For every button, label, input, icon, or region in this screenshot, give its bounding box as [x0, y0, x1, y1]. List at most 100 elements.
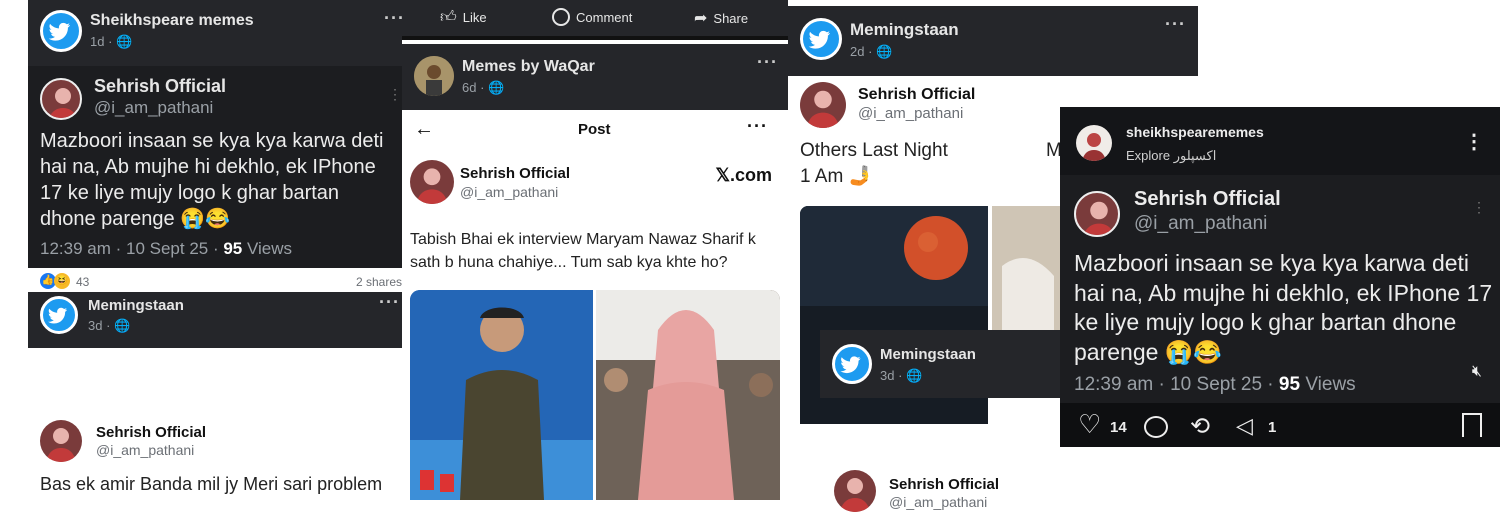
tweet-handle[interactable]: @i_am_pathani	[1134, 213, 1267, 235]
post-meta: 6d · 🌐	[462, 80, 504, 96]
tweet-handle[interactable]: @i_am_pathani	[858, 105, 963, 122]
tweet-time: 12:39 am · 10 Sept 25 ·	[40, 239, 224, 258]
more-options-icon[interactable]: ⋮	[1472, 199, 1486, 216]
account-avatar[interactable]	[1076, 125, 1112, 161]
tweet-avatar[interactable]	[834, 470, 876, 512]
tweet-avatar[interactable]	[1074, 191, 1120, 237]
post-meta: 2d · 🌐	[850, 44, 892, 60]
shares-count[interactable]: 2 shares	[356, 275, 402, 289]
globe-icon: · 🌐	[106, 318, 131, 333]
tweet-author-name[interactable]: Sehrish Official	[1134, 188, 1281, 211]
tweet-image-right[interactable]	[596, 290, 780, 500]
page-name[interactable]: Memingstaan	[88, 297, 184, 314]
page-avatar[interactable]	[414, 56, 454, 96]
tweet-image-left[interactable]	[410, 290, 593, 500]
explore-label[interactable]: Explore اکسپلور	[1126, 148, 1216, 164]
tweet-text: Bas ek amir Banda mil jy Meri sari probl…	[40, 474, 383, 494]
page-name[interactable]: Sheikhspeare memes	[90, 12, 254, 30]
more-options-icon[interactable]: ···	[384, 8, 404, 29]
send-icon[interactable]: ◁	[1236, 413, 1253, 439]
tweet-card-2: Sehrish Official @i_am_pathani Bas ek am…	[28, 408, 402, 500]
more-options-icon[interactable]: ···	[379, 292, 400, 313]
tweet-handle[interactable]: @i_am_pathani	[94, 98, 213, 118]
tweet-handle[interactable]: @i_am_pathani	[96, 442, 194, 458]
haha-reaction-icon[interactable]: 😆	[54, 273, 70, 289]
post-age: 6d	[462, 80, 477, 95]
post-header: Memes by WaQar 6d · 🌐 ···	[402, 44, 788, 110]
share-label: Share	[713, 10, 749, 26]
views-count: 95	[1278, 374, 1301, 395]
post-title: Post	[578, 121, 611, 138]
bird-icon	[48, 22, 70, 41]
tweet-image-second[interactable]	[992, 206, 1064, 336]
globe-icon: · 🌐	[898, 368, 923, 383]
thumbs-up-icon: 👍︎	[440, 9, 457, 26]
mute-icon[interactable]: 🔇︎	[1472, 363, 1482, 381]
page-name[interactable]: Memingstaan	[850, 20, 959, 40]
tweet-text: Tabish Bhai ek interview Maryam Nawaz Sh…	[410, 231, 756, 271]
tweet-author-name[interactable]: Sehrish Official	[460, 165, 570, 182]
more-options-icon[interactable]: ⋮	[388, 86, 402, 103]
comment-icon[interactable]	[1144, 416, 1168, 438]
tweet-avatar[interactable]	[40, 78, 82, 120]
ig-header: sheikhspearememes Explore اکسپلور ⋮	[1060, 107, 1500, 175]
tweet-avatar[interactable]	[410, 160, 454, 204]
post-meta: 3d · 🌐	[88, 318, 130, 334]
tweet-text-line2: 1 Am 🤳	[800, 166, 873, 187]
page-avatar[interactable]	[832, 344, 872, 384]
likes-count[interactable]: 14	[1110, 419, 1127, 436]
tweet-author-name[interactable]: Sehrish Official	[94, 76, 226, 97]
reactions-bar: 👍 😆 43 2 shares	[28, 268, 402, 294]
bird-icon	[48, 307, 67, 324]
views-label: Views	[242, 239, 293, 258]
like-button[interactable]: 👍︎ Like	[440, 8, 487, 27]
post-meta: 3d · 🌐	[880, 368, 922, 384]
more-options-icon[interactable]: ···	[747, 116, 768, 137]
heart-icon[interactable]: ♡	[1078, 409, 1101, 440]
more-options-icon[interactable]: ···	[1165, 14, 1186, 35]
post-meta: 1d · 🌐	[90, 34, 132, 50]
inner-post-header: Memingstaan 3d · 🌐	[820, 330, 1064, 398]
tweet-timestamp: 12:39 am · 10 Sept 25 · 95 Views	[1074, 374, 1474, 396]
post-header: Memingstaan 2d · 🌐 ···	[788, 6, 1198, 76]
tweet-timestamp: 12:39 am · 10 Sept 25 · 95 Views	[40, 239, 400, 259]
globe-icon: · 🌐	[868, 44, 893, 59]
back-arrow-icon[interactable]: ←	[414, 118, 434, 141]
page-name[interactable]: Memingstaan	[880, 346, 976, 363]
tweet-text: Mazboori insaan se kya kya karwa deti ha…	[40, 130, 384, 230]
views-count: 95	[223, 239, 243, 258]
post-age: 3d	[880, 368, 895, 383]
tweet-author-name[interactable]: Sehrish Official	[889, 476, 999, 493]
account-name[interactable]: sheikhspearememes	[1126, 124, 1264, 140]
comment-label: Comment	[576, 9, 633, 25]
page-avatar[interactable]	[40, 10, 82, 52]
tweet-avatar[interactable]	[800, 82, 846, 128]
comment-button[interactable]: Comment	[552, 8, 632, 26]
tweet-avatar[interactable]	[40, 420, 82, 462]
tweet-author-name[interactable]: Sehrish Official	[96, 424, 206, 441]
share-button[interactable]: ➦ Share	[694, 8, 748, 28]
like-label: Like	[462, 10, 487, 25]
bookmark-icon[interactable]	[1462, 413, 1482, 437]
page-avatar[interactable]	[800, 18, 842, 60]
bird-icon	[840, 356, 861, 374]
page-avatar[interactable]	[40, 296, 78, 334]
action-bar: 👍︎ Like Comment ➦ Share	[402, 0, 788, 40]
more-options-icon[interactable]: ⋮	[1464, 129, 1484, 154]
tweet-card-1: Sehrish Official @i_am_pathani ⋮ Mazboor…	[28, 66, 402, 294]
page-name[interactable]: Memes by WaQar	[462, 58, 595, 76]
tweet-time: 12:39 am · 10 Sept 25 ·	[1074, 374, 1279, 395]
panel-sheikhspeare-post: Sheikhspeare memes 1d · 🌐 ···	[28, 0, 404, 66]
memingstaan-post-header: Memingstaan 3d · 🌐 ···	[28, 292, 402, 348]
tweet-author-name[interactable]: Sehrish Official	[858, 86, 975, 104]
repost-icon[interactable]: ⟲	[1190, 412, 1210, 441]
more-options-icon[interactable]: ···	[757, 52, 778, 73]
reactions-count[interactable]: 43	[76, 275, 89, 289]
ig-actions: ♡ 14 ⟲ ◁ 1	[1060, 403, 1500, 447]
views-label: Views	[1300, 374, 1356, 395]
tweet-handle[interactable]: @i_am_pathani	[460, 184, 558, 200]
sends-count[interactable]: 1	[1268, 419, 1276, 436]
panel-memes-by-waqar: 👍︎ Like Comment ➦ Share Memes by WaQar 6d …	[402, 0, 788, 500]
tweet-handle[interactable]: @i_am_pathani	[889, 494, 987, 510]
panel-instagram-post: sheikhspearememes Explore اکسپلور ⋮ Sehr…	[1060, 107, 1500, 447]
